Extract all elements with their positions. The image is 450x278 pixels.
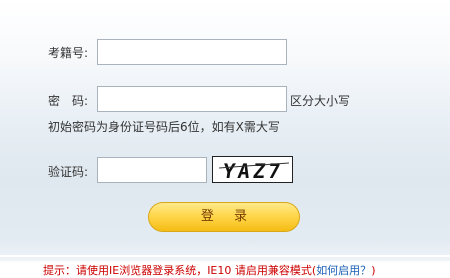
student-id-input[interactable] [97,39,287,65]
case-sensitive-hint: 区分大小写 [290,94,351,108]
browser-tip-text: 提示：请使用IE浏览器登录系统，IE10 请启用兼容模式( [43,264,317,277]
captcha-input[interactable] [97,157,207,183]
login-page: 考籍号: 密 码: 区分大小写 初始密码为身份证号码后6位，如有X需大写 验证码… [0,0,450,278]
footer-divider [0,255,450,257]
password-label: 密 码: [48,94,89,108]
student-id-label: 考籍号: [48,46,89,60]
browser-tip-close: ) [371,264,376,277]
how-to-enable-link[interactable]: 如何启用？ [316,264,371,277]
initial-password-hint: 初始密码为身份证号码后6位，如有X需大写 [48,120,280,134]
password-input[interactable] [97,86,287,112]
captcha-image[interactable]: YAZ7 [212,156,293,183]
captcha-label: 验证码: [48,165,89,179]
login-button[interactable]: 登 录 [148,202,300,232]
browser-tip: 提示：请使用IE浏览器登录系统，IE10 请启用兼容模式(如何启用？) [43,262,375,278]
